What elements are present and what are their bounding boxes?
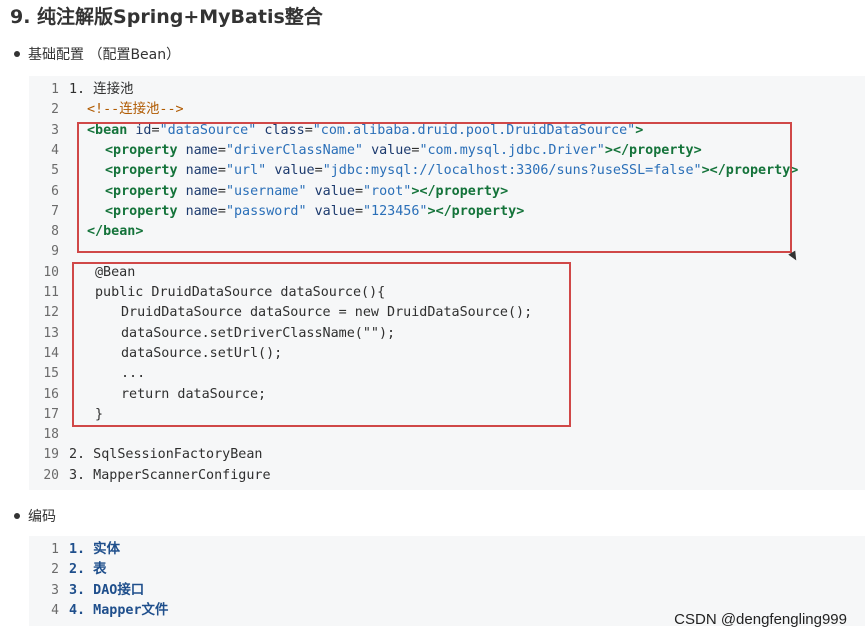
- code-text: 2. 表: [69, 562, 107, 578]
- bullet-item-coding: 编码: [14, 506, 56, 526]
- line-number: 17: [43, 406, 59, 422]
- code-text: 3. MapperScannerConfigure: [69, 467, 271, 483]
- code-text: 1. 连接池: [69, 82, 134, 97]
- line-number: 1: [51, 542, 59, 557]
- highlight-box-java-bean: [72, 262, 571, 427]
- line-number: 13: [43, 325, 59, 341]
- line-number: 3: [51, 122, 59, 138]
- line-number: 8: [51, 224, 59, 240]
- line-number: 9: [51, 244, 59, 260]
- line-number: 15: [43, 366, 59, 382]
- line-number: 2: [51, 562, 59, 578]
- code-text: <!--连接池-->: [87, 102, 184, 118]
- code-text: 1. 实体: [69, 542, 120, 557]
- code-text: 4. Mapper文件: [69, 602, 169, 618]
- watermark: CSDN @dengfengling999: [674, 611, 847, 628]
- line-number: 11: [43, 285, 59, 300]
- line-number: 2: [51, 102, 59, 118]
- highlight-box-xml-bean: [77, 122, 792, 253]
- bullet-dot-icon: [14, 513, 20, 519]
- line-number: 1: [51, 82, 59, 97]
- line-number: 4: [51, 142, 59, 158]
- line-number: 10: [43, 264, 59, 280]
- line-number: 7: [51, 203, 59, 219]
- line-number: 18: [43, 427, 59, 443]
- code-text: 2. SqlSessionFactoryBean: [69, 447, 263, 463]
- bullet-dot-icon: [14, 51, 20, 57]
- section-heading: 9. 纯注解版Spring+MyBatis整合: [10, 6, 323, 28]
- line-number: 19: [43, 447, 59, 463]
- line-number: 16: [43, 386, 59, 402]
- bullet-label: 编码: [28, 509, 56, 525]
- line-number: 20: [43, 467, 59, 483]
- line-number: 6: [51, 183, 59, 199]
- line-number: 12: [43, 305, 59, 321]
- bullet-item-basic-config: 基础配置 （配置Bean）: [14, 44, 180, 64]
- line-number: 4: [51, 602, 59, 618]
- bullet-label: 基础配置 （配置Bean）: [28, 47, 181, 63]
- line-number: 3: [51, 582, 59, 598]
- code-text: 3. DAO接口: [69, 582, 145, 598]
- line-number: 5: [51, 163, 59, 179]
- line-number: 14: [43, 345, 59, 361]
